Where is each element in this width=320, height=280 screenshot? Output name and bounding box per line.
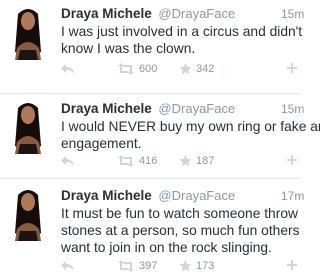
tweet-text: It must be fun to watch someone throw st…: [61, 205, 320, 256]
retweet-icon: [118, 155, 134, 167]
retweet-count: 416: [139, 155, 158, 167]
tweet-1[interactable]: Draya Michele @DrayaFace 15m I was just …: [0, 0, 304, 93]
favorite-button[interactable]: 187: [179, 155, 214, 167]
tweet-2[interactable]: Draya Michele @DrayaFace 15m I would NEV…: [0, 94, 320, 178]
tweet-text: I was just involved in a circus and didn…: [61, 23, 320, 57]
favorite-button[interactable]: 173: [179, 260, 214, 272]
star-icon: [179, 155, 192, 167]
timestamp[interactable]: 15m: [281, 7, 304, 21]
reply-button[interactable]: [61, 260, 75, 272]
favorite-count: 173: [196, 260, 215, 272]
author-handle[interactable]: @DrayaFace: [158, 101, 235, 116]
tweet-text-line: I was just involved in a circus and didn…: [61, 24, 303, 39]
retweet-button[interactable]: 397: [117, 260, 157, 272]
reply-icon: [61, 156, 74, 166]
favorite-button[interactable]: 342: [179, 63, 214, 75]
author-handle[interactable]: @DrayaFace: [158, 6, 235, 21]
reply-icon: [61, 261, 74, 271]
tweet-text-line: know I was the clown.: [61, 41, 196, 56]
author-name[interactable]: Draya Michele: [61, 188, 152, 203]
retweet-button[interactable]: 600: [117, 63, 157, 75]
avatar[interactable]: [8, 6, 48, 60]
tweet-actions: 600 342: [61, 63, 300, 79]
tweet-text-line: stones at a person, so much fun others: [61, 223, 300, 238]
tweet-text: I would NEVER buy my own ring or fake an…: [61, 118, 320, 152]
retweet-icon: [118, 260, 134, 272]
reply-icon: [61, 64, 74, 74]
retweet-button[interactable]: 416: [117, 155, 157, 167]
timestamp[interactable]: 17m: [281, 189, 304, 203]
follow-button[interactable]: [287, 155, 299, 167]
reply-button[interactable]: [61, 63, 75, 75]
tweet-actions: 416 187: [61, 155, 300, 171]
follow-plus-icon: [287, 63, 297, 73]
retweet-icon: [118, 63, 134, 75]
author-name[interactable]: Draya Michele: [61, 101, 152, 116]
favorite-count: 187: [196, 155, 215, 167]
reply-button[interactable]: [61, 155, 75, 167]
tweet-text-line: It must be fun to watch someone throw: [61, 206, 298, 221]
author-handle[interactable]: @DrayaFace: [158, 188, 235, 203]
star-icon: [179, 260, 192, 272]
tweet-text-line: want to join in on the rock slinging.: [61, 240, 272, 255]
follow-button[interactable]: [287, 63, 299, 75]
tweet-actions: 397 173: [61, 260, 300, 276]
tweet-3[interactable]: Draya Michele @DrayaFace 17m It must be …: [0, 179, 304, 280]
retweet-count: 397: [139, 260, 158, 272]
tweet-text-line: engagement.: [61, 136, 142, 151]
follow-button[interactable]: [287, 260, 299, 272]
tweet-text-line: I would NEVER buy my own ring or fake an: [61, 119, 320, 134]
author-name[interactable]: Draya Michele: [61, 6, 152, 21]
avatar[interactable]: [8, 187, 48, 241]
follow-plus-icon: [287, 260, 297, 270]
avatar[interactable]: [8, 100, 48, 154]
favorite-count: 342: [196, 63, 215, 75]
follow-plus-icon: [287, 155, 297, 165]
star-icon: [179, 63, 192, 75]
retweet-count: 600: [139, 63, 158, 75]
timestamp[interactable]: 15m: [281, 102, 304, 116]
